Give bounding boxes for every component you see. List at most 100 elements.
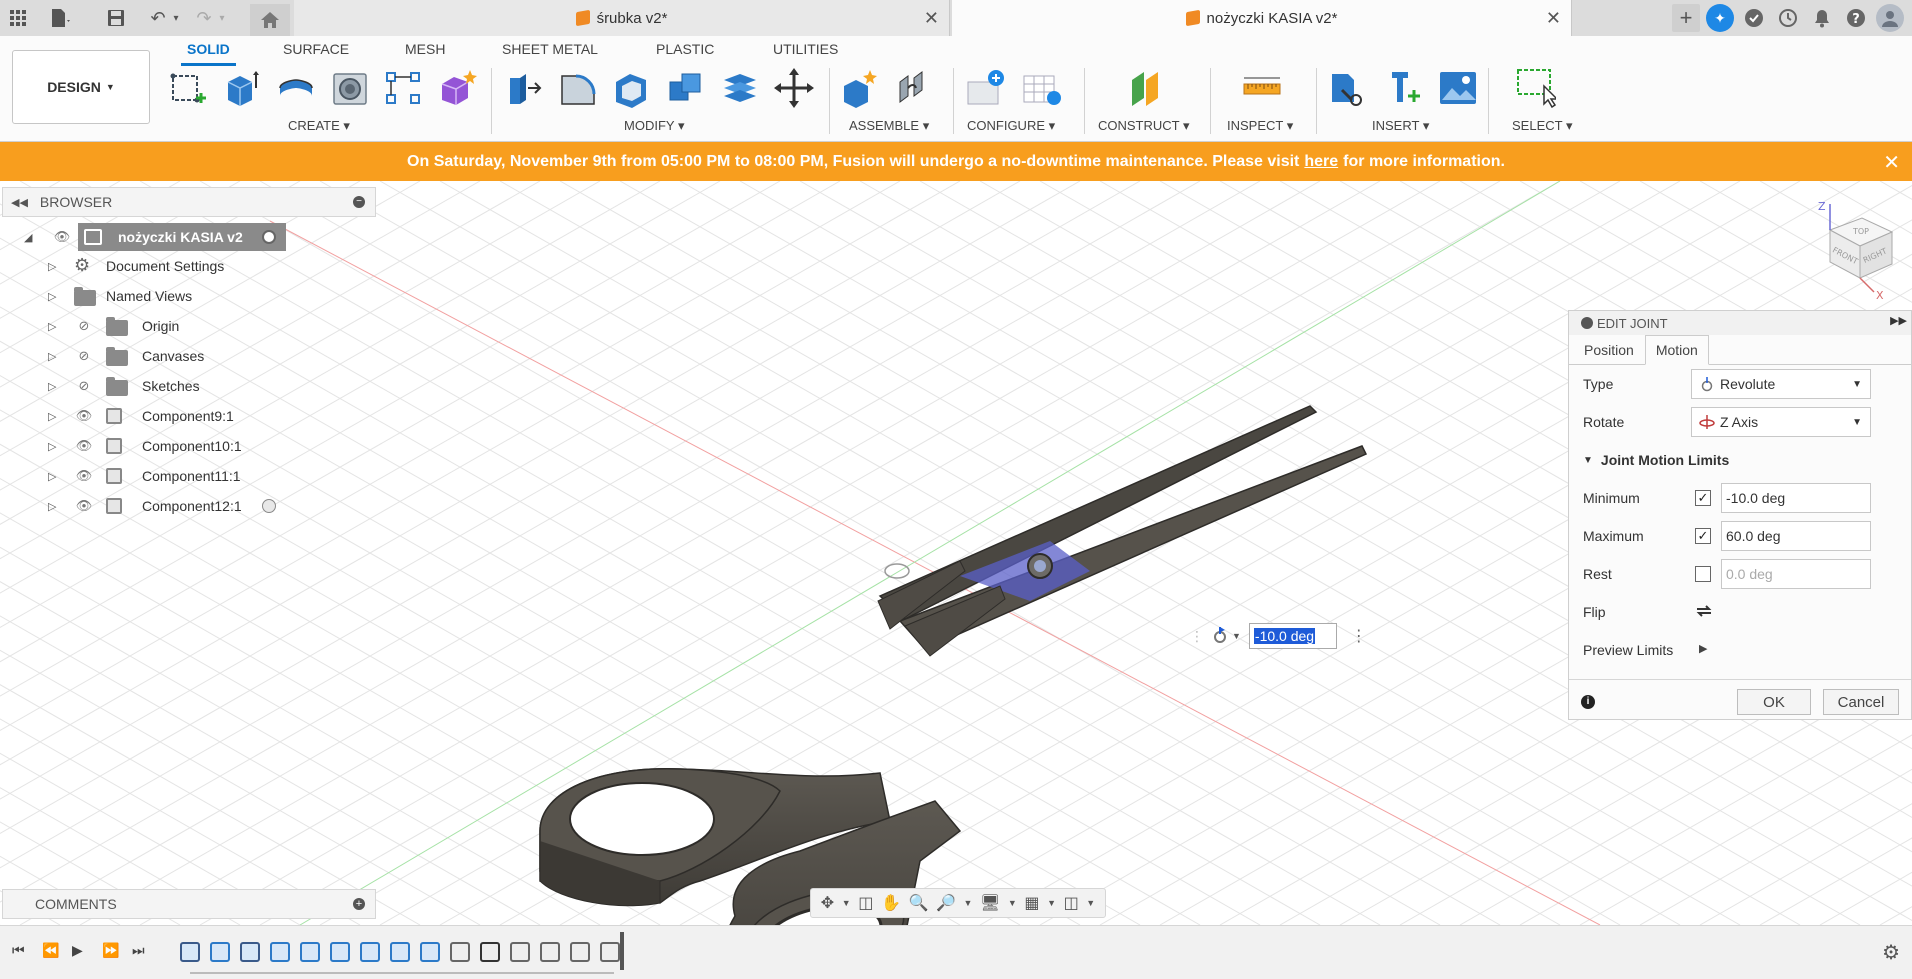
close-icon[interactable]: ✕ <box>924 8 939 29</box>
collapse-panel-icon[interactable]: ◀◀ <box>11 196 28 209</box>
create-form-icon[interactable] <box>438 68 478 108</box>
collapse-triangle-icon[interactable]: ◢ <box>24 231 32 244</box>
shell-icon[interactable] <box>612 68 652 108</box>
browser-item[interactable]: ▷ ⚙ Document Settings <box>0 252 286 280</box>
joint-origin-feature-icon[interactable] <box>510 942 530 962</box>
joint-feature-icon[interactable] <box>600 942 620 962</box>
visibility-eye-icon[interactable]: 👁 <box>74 408 94 423</box>
more-options-icon[interactable]: ⋮ <box>1351 626 1367 646</box>
look-at-icon[interactable]: ◫ <box>858 893 873 913</box>
component-feature-icon[interactable] <box>420 942 440 962</box>
extensions-icon[interactable]: ✦ <box>1706 4 1734 32</box>
visibility-eye-icon[interactable]: 👁 <box>52 229 72 244</box>
tab-mesh[interactable]: MESH <box>405 41 445 57</box>
activate-radio-icon[interactable] <box>262 499 276 513</box>
step-back-icon[interactable]: ⏪ <box>42 942 59 959</box>
step-forward-icon[interactable]: ⏩ <box>102 942 119 959</box>
joint-feature-icon[interactable] <box>540 942 560 962</box>
timeline-settings-gear-icon[interactable]: ⚙ <box>1882 940 1900 965</box>
hole-icon[interactable] <box>330 68 370 108</box>
select-group-label[interactable]: SELECT ▾ <box>1512 118 1572 134</box>
visibility-hidden-icon[interactable]: ⊘ <box>74 348 94 363</box>
grid-settings-icon[interactable]: ▦ <box>1024 893 1039 913</box>
play-preview-icon[interactable]: ▶ <box>1699 642 1707 655</box>
measure-icon[interactable] <box>1242 68 1282 108</box>
tab-plastic[interactable]: PLASTIC <box>656 41 714 57</box>
select-window-icon[interactable] <box>1516 68 1556 108</box>
go-to-end-icon[interactable]: ⏭ <box>132 942 145 959</box>
visibility-eye-icon[interactable]: 👁 <box>74 498 94 513</box>
zoom-window-icon[interactable]: 🔎 <box>936 893 956 913</box>
combine-icon[interactable] <box>666 68 706 108</box>
joint-feature-icon[interactable] <box>450 942 470 962</box>
chevron-down-icon[interactable]: ▼ <box>1008 898 1017 908</box>
chevron-down-icon[interactable]: ▼ <box>842 898 851 908</box>
chevron-down-icon[interactable]: ▼ <box>1047 898 1056 908</box>
collapse-triangle-icon[interactable]: ▼ <box>1583 455 1593 466</box>
minimum-input[interactable]: -10.0 deg <box>1721 483 1871 513</box>
expand-triangle-icon[interactable]: ▷ <box>48 500 56 513</box>
create-group-label[interactable]: CREATE ▾ <box>288 118 350 134</box>
pan-hand-icon[interactable]: ✋ <box>881 893 901 913</box>
expand-triangle-icon[interactable]: ▷ <box>48 440 56 453</box>
zoom-icon[interactable]: 🔍 <box>908 893 928 913</box>
tab-sheet-metal[interactable]: SHEET METAL <box>502 41 598 57</box>
browser-item[interactable]: ▷ 👁 Component11:1 <box>0 462 286 490</box>
doc-tab-nozyczki[interactable]: nożyczki KASIA v2* ✕ <box>952 0 1572 36</box>
flip-icon[interactable] <box>1695 603 1713 622</box>
inspect-group-label[interactable]: INSPECT ▾ <box>1227 118 1293 134</box>
tab-utilities[interactable]: UTILITIES <box>773 41 838 57</box>
visibility-hidden-icon[interactable]: ⊘ <box>74 318 94 333</box>
fillet-icon[interactable] <box>558 68 598 108</box>
viewcube-top-label[interactable]: TOP <box>1852 227 1869 236</box>
visibility-eye-icon[interactable]: 👁 <box>74 468 94 483</box>
chevron-down-icon[interactable]: ▼ <box>1086 898 1095 908</box>
rest-input[interactable]: 0.0 deg <box>1721 559 1871 589</box>
orbit-icon[interactable]: ✥ <box>821 893 834 913</box>
new-component-icon[interactable] <box>840 68 880 108</box>
browser-item[interactable]: ▷ Named Views <box>0 282 286 310</box>
viewports-icon[interactable]: ◫ <box>1064 893 1079 913</box>
configuration-table-icon[interactable] <box>1022 68 1062 108</box>
maximum-input[interactable]: 60.0 deg <box>1721 521 1871 551</box>
help-icon[interactable]: ? <box>1842 4 1870 32</box>
type-select[interactable]: Revolute ▼ <box>1691 369 1871 399</box>
pattern-icon[interactable] <box>384 68 424 108</box>
joint-icon[interactable] <box>894 68 934 108</box>
sketch-feature-icon[interactable] <box>240 942 260 962</box>
expand-triangle-icon[interactable]: ▷ <box>48 260 56 273</box>
notifications-bell-icon[interactable] <box>1808 4 1836 32</box>
file-menu-icon[interactable] <box>46 4 74 32</box>
clock-icon[interactable] <box>1774 4 1802 32</box>
construct-group-label[interactable]: CONSTRUCT ▾ <box>1098 118 1190 134</box>
configure-group-label[interactable]: CONFIGURE ▾ <box>967 118 1055 134</box>
expand-triangle-icon[interactable]: ▷ <box>48 350 56 363</box>
workspace-switcher[interactable]: DESIGN ▼ <box>12 50 150 124</box>
modify-group-label[interactable]: MODIFY ▾ <box>624 118 684 134</box>
banner-link[interactable]: here <box>1304 153 1338 171</box>
display-settings-icon[interactable]: 🖥 <box>980 893 1000 913</box>
canvas-feature-icon[interactable] <box>210 942 230 962</box>
press-pull-icon[interactable] <box>504 68 544 108</box>
tab-solid[interactable]: SOLID <box>181 41 236 66</box>
visibility-eye-icon[interactable]: 👁 <box>74 438 94 453</box>
redo-dropdown-icon[interactable]: ▾ <box>208 4 236 32</box>
add-comment-icon[interactable]: + <box>353 898 365 910</box>
create-sketch-icon[interactable] <box>168 68 208 108</box>
save-icon[interactable] <box>102 4 130 32</box>
visibility-hidden-icon[interactable]: ⊘ <box>74 378 94 393</box>
info-icon[interactable]: i <box>1581 695 1595 709</box>
timeline-marker[interactable] <box>620 932 624 970</box>
move-feature-icon[interactable] <box>480 942 500 962</box>
chevron-down-icon[interactable]: ▼ <box>1232 631 1241 641</box>
assemble-group-label[interactable]: ASSEMBLE ▾ <box>849 118 929 134</box>
browser-item[interactable]: ▷ ⊘ Canvases <box>0 342 286 370</box>
browser-item[interactable]: ▷ 👁 Component12:1 <box>0 492 286 520</box>
insert-canvas-icon[interactable] <box>1438 68 1478 108</box>
user-avatar-icon[interactable] <box>1876 4 1904 32</box>
tab-position[interactable]: Position <box>1573 335 1645 364</box>
rest-checkbox[interactable] <box>1695 566 1711 582</box>
configure-icon[interactable] <box>966 68 1006 108</box>
minimize-dialog-icon[interactable] <box>1581 317 1593 329</box>
expand-triangle-icon[interactable]: ▷ <box>48 380 56 393</box>
